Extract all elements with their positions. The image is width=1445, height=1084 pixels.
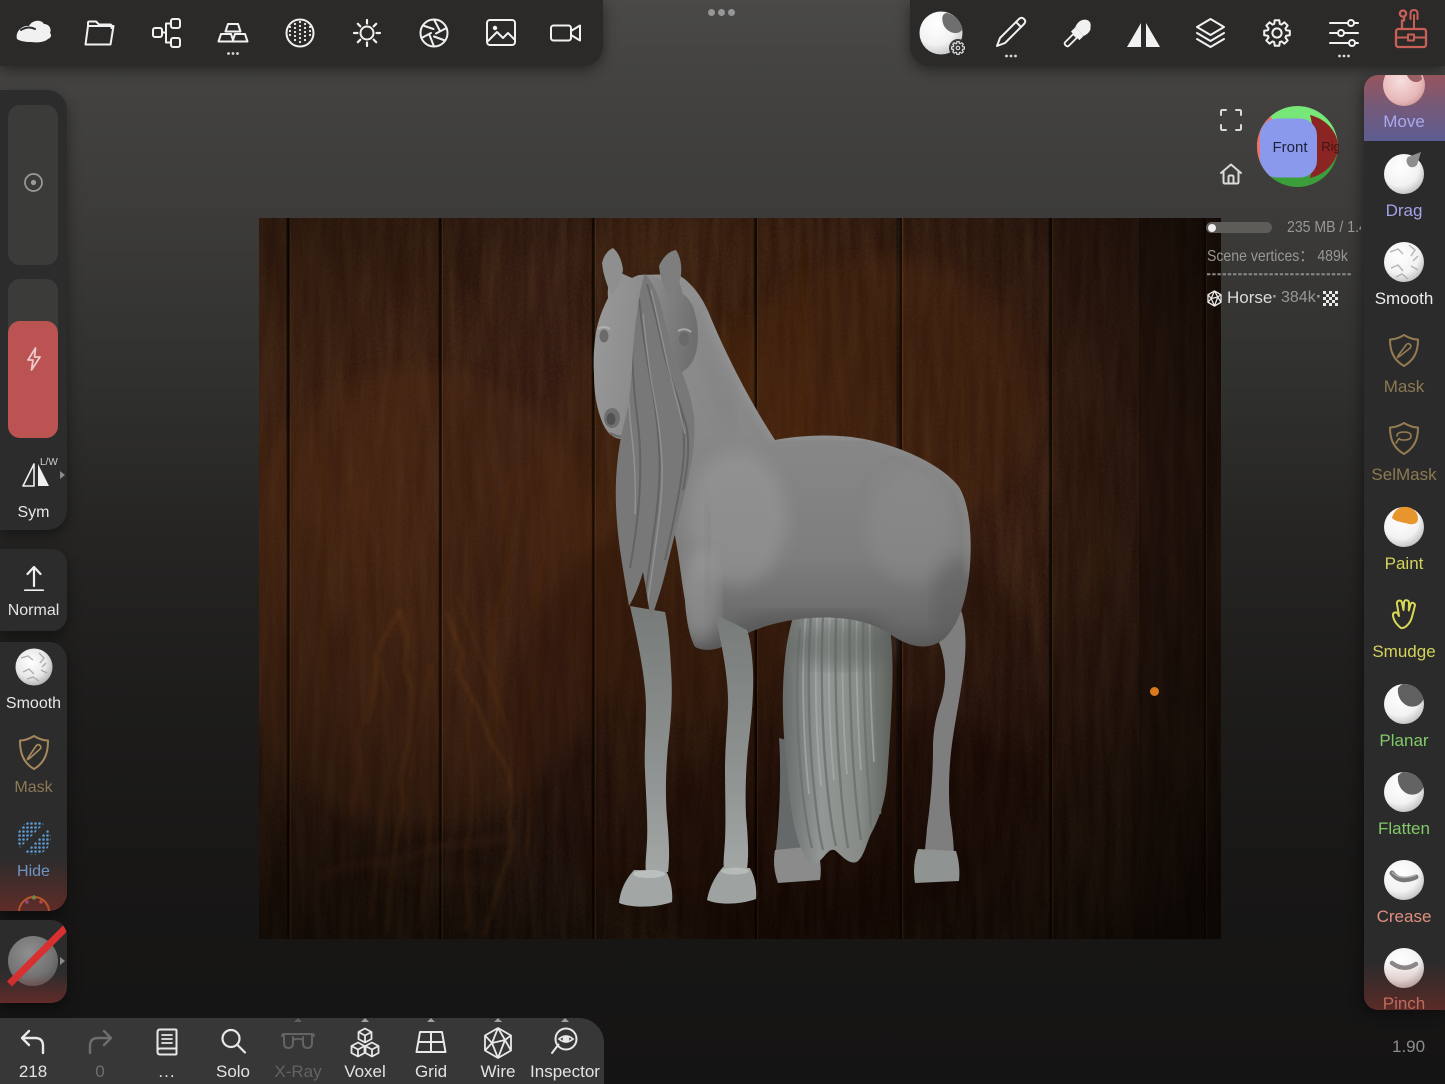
svg-text:Mask: Mask — [1384, 377, 1425, 396]
svg-text:Flatten: Flatten — [1378, 819, 1430, 838]
svg-text:Rig: Rig — [1321, 139, 1339, 154]
svg-text:SelMask: SelMask — [1371, 465, 1437, 484]
svg-text:Crease: Crease — [1377, 907, 1432, 926]
svg-text:Paint: Paint — [1385, 554, 1424, 573]
svg-text:Smooth: Smooth — [1375, 289, 1434, 308]
svg-text:Smudge: Smudge — [1372, 642, 1435, 661]
svg-text:Front: Front — [1272, 139, 1308, 156]
svg-text:Planar: Planar — [1379, 731, 1428, 750]
svg-text:Drag: Drag — [1386, 201, 1423, 220]
svg-text:Move: Move — [1383, 112, 1425, 131]
